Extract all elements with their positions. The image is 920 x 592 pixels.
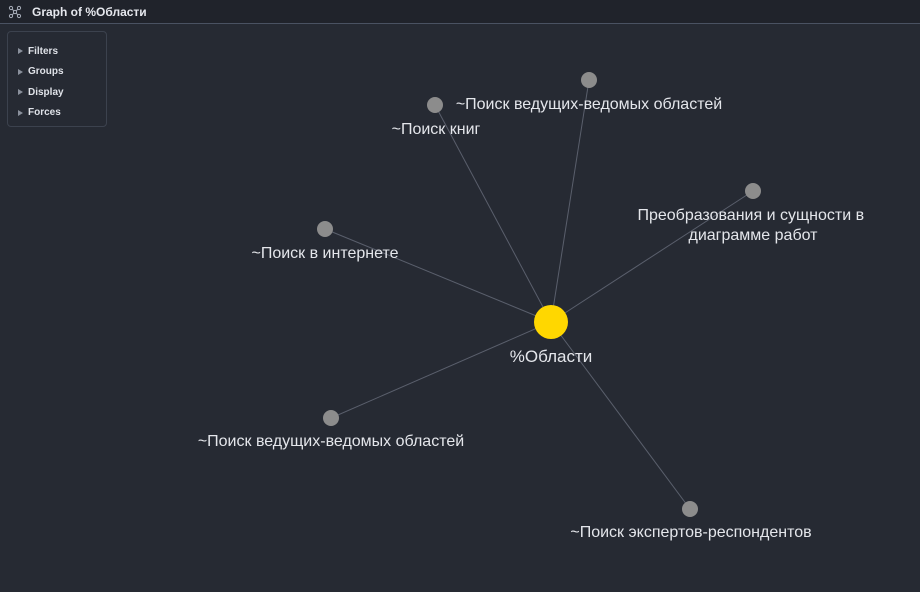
graph-canvas[interactable]: ~Поиск книг ~Поиск ведущих-ведомых облас… [0, 25, 920, 592]
node-label: ~Поиск экспертов-респондентов [570, 524, 811, 541]
node-label-line: Преобразования и сущности в [637, 207, 864, 224]
graph-node[interactable] [427, 97, 443, 113]
node-label: ~Поиск ведущих-ведомых областей [456, 96, 722, 113]
edge [324, 228, 552, 323]
center-node-label: %Области [510, 347, 592, 366]
graph-node[interactable] [317, 221, 333, 237]
graph-nodes [317, 72, 761, 517]
edge [550, 79, 590, 323]
graph-icon [8, 5, 22, 19]
graph-node[interactable] [581, 72, 597, 88]
title-bar: Graph of %Области [0, 0, 920, 24]
node-label: ~Поиск в интернете [251, 245, 398, 262]
node-label: ~Поиск ведущих-ведомых областей [198, 433, 464, 450]
graph-labels: ~Поиск книг ~Поиск ведущих-ведомых облас… [198, 96, 868, 541]
graph-node[interactable] [323, 410, 339, 426]
graph-node[interactable] [682, 501, 698, 517]
edge [330, 321, 552, 419]
node-label: Преобразования и сущности в диаграмме ра… [637, 207, 868, 244]
graph-node[interactable] [745, 183, 761, 199]
node-label-line: диаграмме работ [689, 227, 819, 244]
window-title: Graph of %Области [32, 4, 147, 19]
node-label: ~Поиск книг [392, 121, 481, 138]
center-node[interactable] [534, 305, 568, 339]
